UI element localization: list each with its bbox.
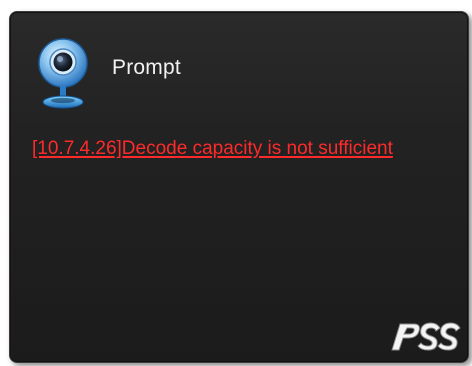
error-message-link[interactable]: [10.7.4.26]Decode capacity is not suffic… xyxy=(32,136,432,161)
dialog-header xyxy=(36,36,90,114)
prompt-dialog: Prompt [10.7.4.26]Decode capacity is not… xyxy=(9,11,469,363)
dialog-title: Prompt xyxy=(112,56,181,79)
pss-logo xyxy=(391,322,461,351)
webcam-icon xyxy=(38,38,88,109)
